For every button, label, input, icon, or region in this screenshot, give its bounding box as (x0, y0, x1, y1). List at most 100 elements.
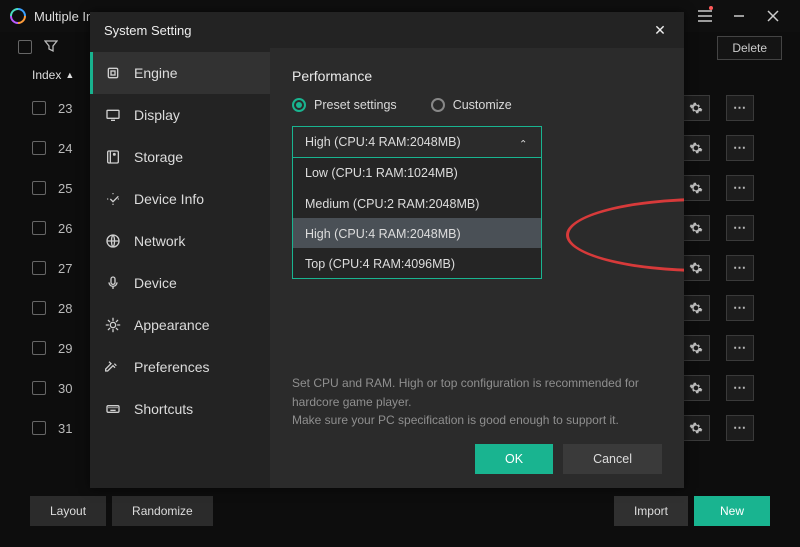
select-all-checkbox[interactable] (18, 40, 32, 54)
appearance-icon (104, 316, 122, 334)
radio-customize-label: Customize (453, 98, 512, 112)
row-checkbox[interactable] (32, 261, 46, 275)
row-checkbox[interactable] (32, 381, 46, 395)
row-settings-icon[interactable] (682, 335, 710, 361)
modal-close-icon[interactable]: ✕ (650, 22, 670, 39)
sidebar-item-label: Network (134, 233, 185, 249)
modal-title: System Setting (104, 23, 191, 38)
row-index: 27 (58, 261, 88, 276)
new-button[interactable]: New (694, 496, 770, 526)
minimize-icon[interactable] (722, 0, 756, 32)
dropdown-selected: High (CPU:4 RAM:2048MB) (305, 135, 461, 149)
cancel-button[interactable]: Cancel (563, 444, 662, 474)
row-more-icon[interactable]: ⋯ (726, 335, 754, 361)
sidebar-item-preferences[interactable]: Preferences (90, 346, 270, 388)
row-settings-icon[interactable] (682, 415, 710, 441)
row-index: 31 (58, 421, 88, 436)
sidebar-item-deviceinfo[interactable]: Device Info (90, 178, 270, 220)
sidebar-item-storage[interactable]: Storage (90, 136, 270, 178)
close-icon[interactable] (756, 0, 790, 32)
row-settings-icon[interactable] (682, 95, 710, 121)
randomize-button[interactable]: Randomize (112, 496, 213, 526)
sidebar-item-device[interactable]: Device (90, 262, 270, 304)
preset-dropdown[interactable]: High (CPU:4 RAM:2048MB) ⌄ Low (CPU:1 RAM… (292, 126, 542, 279)
row-index: 29 (58, 341, 88, 356)
dropdown-list: Low (CPU:1 RAM:1024MB)Medium (CPU:2 RAM:… (293, 157, 541, 278)
dropdown-header[interactable]: High (CPU:4 RAM:2048MB) ⌄ (293, 127, 541, 157)
row-checkbox[interactable] (32, 301, 46, 315)
settings-sidebar: Engine Display Storage Device Info Network De… (90, 48, 270, 488)
network-icon (104, 232, 122, 250)
row-more-icon[interactable]: ⋯ (726, 415, 754, 441)
settings-modal: System Setting ✕ Engine Display Storage Dev… (90, 12, 684, 488)
chevron-up-icon: ⌄ (519, 137, 527, 148)
panel-heading: Performance (292, 68, 662, 84)
desc-line: Make sure your PC specification is good … (292, 411, 662, 430)
row-checkbox[interactable] (32, 341, 46, 355)
storage-icon (104, 148, 122, 166)
row-checkbox[interactable] (32, 421, 46, 435)
sidebar-item-label: Appearance (134, 317, 210, 333)
row-index: 30 (58, 381, 88, 396)
bottom-bar: Layout Randomize Import New (0, 493, 800, 529)
sidebar-item-label: Engine (134, 65, 178, 81)
row-index: 26 (58, 221, 88, 236)
row-more-icon[interactable]: ⋯ (726, 255, 754, 281)
modal-footer: OK Cancel (292, 444, 662, 474)
sidebar-item-label: Preferences (134, 359, 209, 375)
settings-panel: Performance Preset settings Customize za… (270, 48, 684, 488)
row-checkbox[interactable] (32, 221, 46, 235)
row-settings-icon[interactable] (682, 295, 710, 321)
sidebar-item-label: Storage (134, 149, 183, 165)
deviceinfo-icon (104, 190, 122, 208)
engine-icon (104, 64, 122, 82)
row-more-icon[interactable]: ⋯ (726, 135, 754, 161)
layout-button[interactable]: Layout (30, 496, 106, 526)
modal-titlebar: System Setting ✕ (90, 12, 684, 48)
row-more-icon[interactable]: ⋯ (726, 375, 754, 401)
sort-asc-icon: ▲ (65, 70, 74, 80)
desc-line: Set CPU and RAM. High or top configurati… (292, 374, 662, 411)
sidebar-item-label: Device Info (134, 191, 204, 207)
device-icon (104, 274, 122, 292)
sidebar-item-label: Shortcuts (134, 401, 193, 417)
radio-group: Preset settings Customize (292, 98, 662, 112)
sidebar-item-appearance[interactable]: Appearance (90, 304, 270, 346)
row-settings-icon[interactable] (682, 375, 710, 401)
dropdown-option[interactable]: Low (CPU:1 RAM:1024MB) (293, 158, 541, 188)
sidebar-item-shortcuts[interactable]: Shortcuts (90, 388, 270, 430)
radio-customize[interactable]: Customize (431, 98, 512, 112)
filter-icon[interactable] (44, 39, 58, 56)
menu-icon[interactable] (688, 0, 722, 32)
sidebar-item-display[interactable]: Display (90, 94, 270, 136)
row-more-icon[interactable]: ⋯ (726, 175, 754, 201)
row-more-icon[interactable]: ⋯ (726, 95, 754, 121)
row-more-icon[interactable]: ⋯ (726, 295, 754, 321)
delete-button[interactable]: Delete (717, 36, 782, 60)
row-checkbox[interactable] (32, 181, 46, 195)
radio-icon (292, 98, 306, 112)
panel-description: Set CPU and RAM. High or top configurati… (292, 374, 662, 430)
row-settings-icon[interactable] (682, 135, 710, 161)
sidebar-item-engine[interactable]: Engine (90, 52, 270, 94)
dropdown-option[interactable]: Medium (CPU:2 RAM:2048MB) (293, 188, 541, 218)
row-index: 24 (58, 141, 88, 156)
row-index: 25 (58, 181, 88, 196)
app-logo-icon (10, 8, 26, 24)
display-icon (104, 106, 122, 124)
row-more-icon[interactable]: ⋯ (726, 215, 754, 241)
dropdown-option[interactable]: High (CPU:4 RAM:2048MB) (293, 218, 541, 248)
row-settings-icon[interactable] (682, 175, 710, 201)
radio-preset[interactable]: Preset settings (292, 98, 397, 112)
row-checkbox[interactable] (32, 101, 46, 115)
row-checkbox[interactable] (32, 141, 46, 155)
row-settings-icon[interactable] (682, 215, 710, 241)
sidebar-item-network[interactable]: Network (90, 220, 270, 262)
import-button[interactable]: Import (614, 496, 688, 526)
dropdown-option[interactable]: Top (CPU:4 RAM:4096MB) (293, 248, 541, 278)
ok-button[interactable]: OK (475, 444, 553, 474)
sidebar-item-label: Display (134, 107, 180, 123)
row-settings-icon[interactable] (682, 255, 710, 281)
radio-icon (431, 98, 445, 112)
row-index: 23 (58, 101, 88, 116)
